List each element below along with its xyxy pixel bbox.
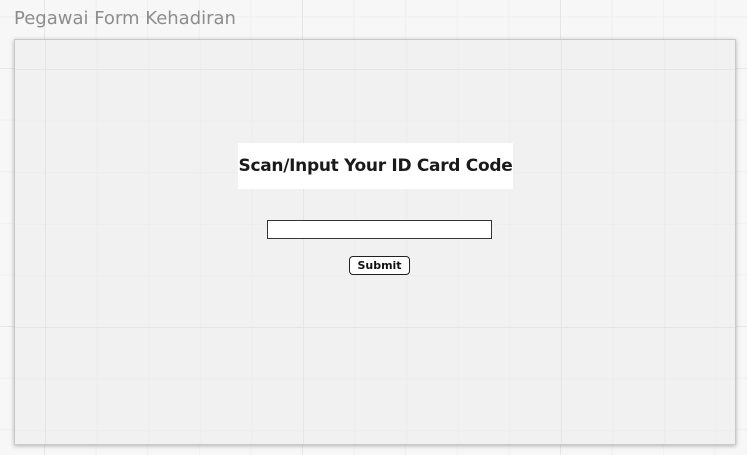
page-title: Pegawai Form Kehadiran: [14, 8, 236, 29]
form-heading: Scan/Input Your ID Card Code: [238, 156, 513, 176]
heading-box: Scan/Input Your ID Card Code: [238, 143, 513, 189]
attendance-form-panel: Scan/Input Your ID Card Code Submit: [14, 39, 736, 445]
id-card-code-input[interactable]: [267, 220, 492, 239]
submit-button[interactable]: Submit: [349, 256, 410, 275]
